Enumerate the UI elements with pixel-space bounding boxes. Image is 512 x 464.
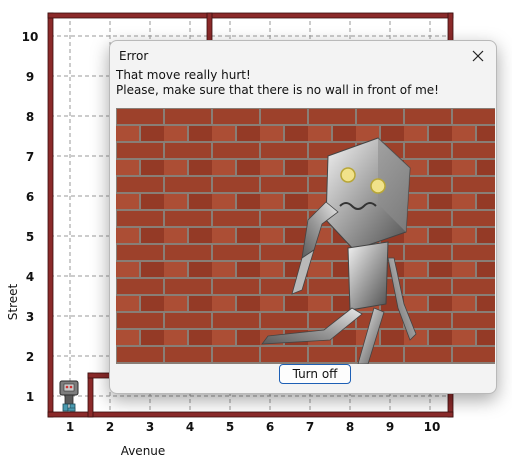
- avenue-numbers: 1 2 3 4 5 6 7 8 9 10: [66, 420, 441, 434]
- avenue-number: 5: [226, 420, 234, 434]
- avenue-number: 1: [66, 420, 74, 434]
- avenue-number: 8: [346, 420, 354, 434]
- street-numbers: 1 2 3 4 5 6 7 8 9 10: [22, 30, 39, 404]
- dialog-message: That move really hurt! Please, make sure…: [116, 68, 488, 98]
- street-number: 2: [26, 350, 34, 364]
- avenue-number: 2: [106, 420, 114, 434]
- wall-top: [47, 12, 454, 19]
- street-number: 9: [26, 70, 34, 84]
- turn-off-button[interactable]: Turn off: [279, 364, 351, 384]
- robot-icon: [59, 380, 79, 412]
- message-line: Please, make sure that there is no wall …: [116, 83, 439, 97]
- avenue-axis-label: Avenue: [121, 444, 166, 458]
- avenue-number: 3: [146, 420, 154, 434]
- street-axis-label: Street: [6, 283, 20, 320]
- street-number: 5: [26, 230, 34, 244]
- street-number: 3: [26, 310, 34, 324]
- close-icon: [472, 50, 484, 62]
- dialog-title: Error: [119, 49, 149, 63]
- street-number: 4: [26, 270, 34, 284]
- wall-left: [47, 12, 54, 418]
- street-number: 6: [26, 190, 34, 204]
- street-number: 8: [26, 110, 34, 124]
- robot-hitting-wall-image: [116, 108, 495, 364]
- street-number: 1: [26, 390, 34, 404]
- wall-bottom: [47, 411, 454, 418]
- avenue-number: 6: [266, 420, 274, 434]
- street-number: 10: [22, 30, 39, 44]
- street-number: 7: [26, 150, 34, 164]
- avenue-number: 7: [306, 420, 314, 434]
- close-button[interactable]: [462, 42, 494, 70]
- message-line: That move really hurt!: [116, 68, 251, 82]
- wall-step-vertical: [87, 372, 94, 418]
- avenue-number: 10: [424, 420, 441, 434]
- avenue-number: 9: [386, 420, 394, 434]
- avenue-number: 4: [186, 420, 194, 434]
- error-dialog: Error That move really hurt! Please, mak…: [109, 40, 497, 394]
